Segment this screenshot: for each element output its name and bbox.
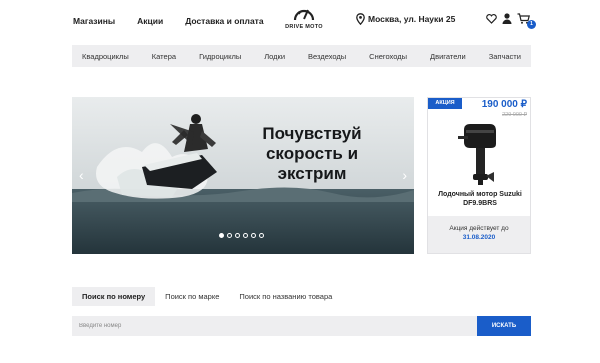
tab-search-by-product-name[interactable]: Поиск по названию товара (229, 287, 342, 306)
speedometer-logo-icon (293, 9, 315, 21)
favorites-button[interactable] (486, 13, 497, 24)
nav-link-promotions[interactable]: Акции (137, 16, 163, 26)
account-button[interactable] (502, 13, 512, 24)
category-engines[interactable]: Двигатели (430, 52, 466, 61)
search-row: ИСКАТЬ (72, 316, 531, 336)
outboard-motor-image (458, 124, 496, 185)
slider-dots (219, 233, 264, 238)
category-jetskis[interactable]: Гидроциклы (199, 52, 241, 61)
chevron-left-icon[interactable]: ‹ (79, 168, 84, 182)
logo[interactable]: DRIVE MOTO (283, 5, 325, 30)
slider-dot[interactable] (243, 233, 248, 238)
slider-dot[interactable] (227, 233, 232, 238)
cart-count-badge: 1 (527, 20, 536, 29)
banner-headline-line-1: Почувствуй (262, 124, 362, 143)
search-button[interactable]: ИСКАТЬ (477, 316, 531, 336)
location-text: Москва, ул. Науки 25 (368, 14, 456, 24)
top-navigation: Магазины Акции Доставка и оплата (73, 16, 286, 26)
header-icons: 1 (486, 13, 536, 29)
tab-search-by-number[interactable]: Поиск по номеру (72, 287, 156, 306)
banner-headline: Почувствуй скорость и экстрим (242, 124, 382, 184)
tab-search-by-brand[interactable]: Поиск по марке (155, 287, 229, 306)
store-location[interactable]: Москва, ул. Науки 25 (356, 13, 455, 25)
logo-text: DRIVE MOTO (285, 24, 323, 30)
slider-dot[interactable] (219, 233, 224, 238)
promo-price: 190 000 ₽ (481, 99, 527, 110)
promo-card[interactable]: АКЦИЯ 190 000 ₽ 229 000 ₽ Лодочный мотор… (427, 97, 531, 254)
search-tabs: Поиск по номеру Поиск по марке Поиск по … (72, 287, 342, 306)
chevron-right-icon[interactable]: › (402, 168, 407, 182)
category-boats[interactable]: Лодки (264, 52, 285, 61)
category-boats-motor[interactable]: Катера (152, 52, 176, 61)
category-all-terrain[interactable]: Вездеходы (308, 52, 346, 61)
user-icon (502, 13, 512, 24)
promo-valid-text: Акция действует до (449, 225, 509, 232)
promo-product-name[interactable]: Лодочный мотор Suzuki DF9.9BRS (432, 190, 528, 208)
slider-dot[interactable] (235, 233, 240, 238)
promo-badge: АКЦИЯ (428, 98, 462, 109)
search-input[interactable] (72, 316, 477, 336)
promo-old-price: 229 000 ₽ (502, 112, 527, 118)
promo-valid-date: 31.08.2020 (462, 234, 496, 241)
banner-headline-line-3: экстрим (277, 164, 347, 183)
nav-link-stores[interactable]: Магазины (73, 16, 115, 26)
category-spare-parts[interactable]: Запчасти (489, 52, 521, 61)
promo-footer: Акция действует до 31.08.2020 (428, 216, 530, 253)
category-atvs[interactable]: Квадроциклы (82, 52, 129, 61)
heart-icon (486, 13, 497, 24)
nav-link-delivery[interactable]: Доставка и оплата (185, 16, 263, 26)
category-snowmobiles[interactable]: Снегоходы (369, 52, 407, 61)
banner-headline-line-2: скорость и (265, 144, 359, 163)
location-pin-icon (356, 13, 365, 25)
category-bar: Квадроциклы Катера Гидроциклы Лодки Везд… (72, 45, 531, 67)
hero-banner[interactable]: Почувствуй скорость и экстрим ‹ › (72, 97, 414, 254)
slider-dot[interactable] (259, 233, 264, 238)
cart-button[interactable]: 1 (517, 13, 536, 29)
slider-dot[interactable] (251, 233, 256, 238)
